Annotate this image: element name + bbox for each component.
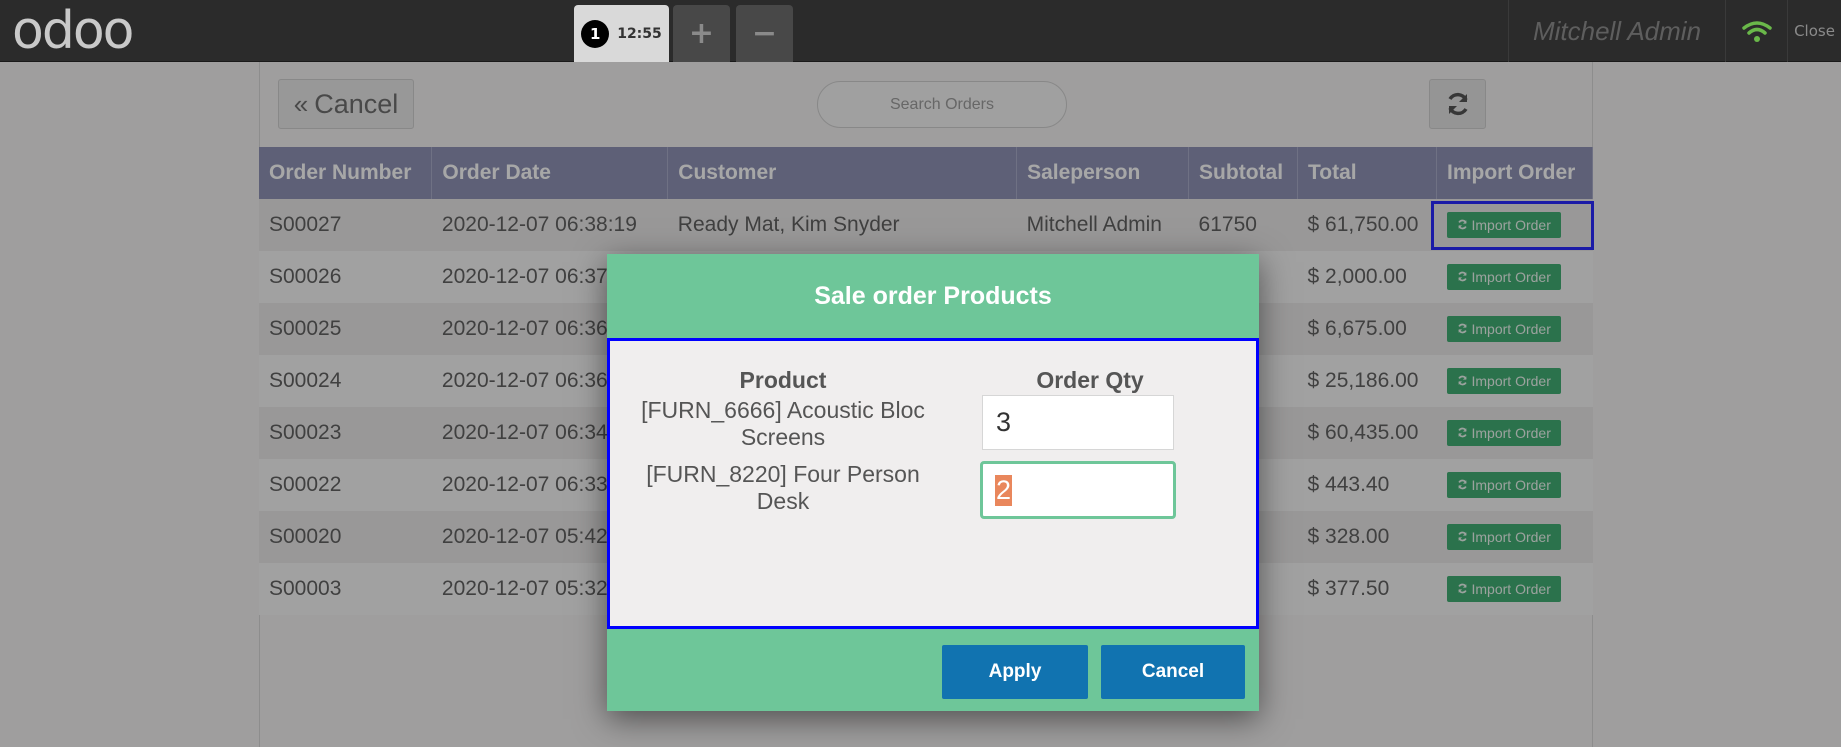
close-button[interactable]: Close xyxy=(1788,0,1841,62)
wifi-icon[interactable] xyxy=(1726,0,1788,62)
modal-footer: Apply Cancel xyxy=(607,629,1259,711)
order-tab-number: 1 xyxy=(581,19,610,48)
modal-body: Product [FURN_6666] Acoustic Bloc Screen… xyxy=(607,338,1259,629)
order-qty-input[interactable]: 3 xyxy=(982,395,1174,450)
selected-qty-text: 2 xyxy=(995,474,1013,506)
order-tab-time: 12:55 xyxy=(617,25,662,42)
odoo-logo: odoo xyxy=(12,1,134,61)
product-name: [FURN_8220] Four Person Desk xyxy=(646,461,920,514)
modal-title: Sale order Products xyxy=(607,254,1259,338)
sale-order-products-modal: Sale order Products Product [FURN_6666] … xyxy=(607,254,1259,711)
top-bar: odoo 1 12:55 + − Mitchell Admin Close xyxy=(0,0,1841,62)
user-name: Mitchell Admin xyxy=(1532,15,1702,46)
new-order-button[interactable]: + xyxy=(673,5,730,62)
user-section[interactable]: Mitchell Admin xyxy=(1508,0,1726,62)
qty-column: Order Qty xyxy=(975,367,1205,397)
product-column: Product [FURN_6666] Acoustic Bloc Screen… xyxy=(630,367,936,515)
apply-button[interactable]: Apply xyxy=(942,645,1088,699)
delete-order-button[interactable]: − xyxy=(736,5,793,62)
order-qty-header: Order Qty xyxy=(1036,367,1144,393)
product-header: Product xyxy=(739,367,827,393)
order-tab[interactable]: 1 12:55 xyxy=(574,5,669,62)
logo-text: odoo xyxy=(12,1,134,61)
order-qty-input-focused[interactable]: 2 xyxy=(980,461,1176,519)
product-name: [FURN_6666] Acoustic Bloc Screens xyxy=(641,397,925,450)
cancel-button[interactable]: Cancel xyxy=(1101,645,1245,699)
